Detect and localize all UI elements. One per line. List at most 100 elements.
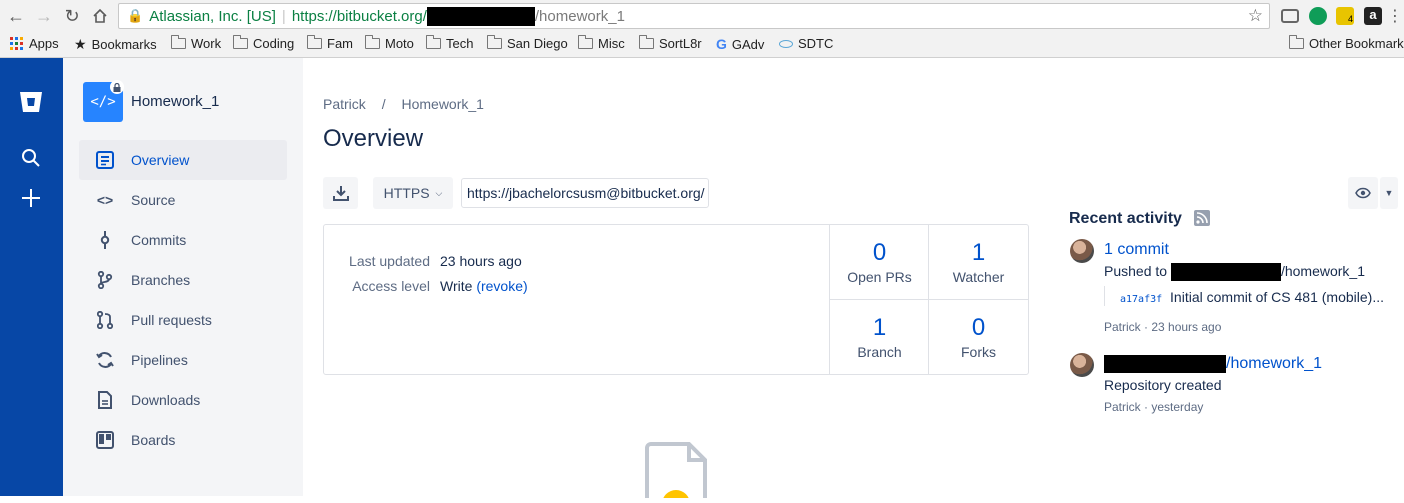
commit-hash[interactable]: a17af3f <box>1120 294 1162 305</box>
breadcrumb-repo[interactable]: Homework_1 <box>401 96 483 112</box>
folder-icon <box>171 35 186 49</box>
bookmark-moto[interactable]: Moto <box>365 35 414 51</box>
clone-protocol-select[interactable]: HTTPS ⌵ <box>373 177 453 209</box>
evernote-icon[interactable] <box>1309 7 1327 25</box>
bookmark-san-diego[interactable]: San Diego <box>487 35 568 51</box>
activity-repo-suffix[interactable]: /homework_1 <box>1226 355 1322 372</box>
stat-open-prs[interactable]: 0 Open PRs <box>830 225 929 300</box>
sidebar-item-overview[interactable]: Overview <box>79 140 287 180</box>
stat-forks[interactable]: 0 Forks <box>929 300 1028 375</box>
bookmark-other[interactable]: Other Bookmarks <box>1289 35 1404 51</box>
home-icon[interactable] <box>89 5 111 27</box>
address-bar[interactable]: 🔒 Atlassian, Inc. [US] | https://bitbuck… <box>118 3 1270 29</box>
create-plus-icon[interactable] <box>21 188 41 213</box>
url-host: https://bitbucket.org/ <box>291 7 427 25</box>
watch-button[interactable] <box>1348 177 1378 209</box>
stat-number: 1 <box>971 239 986 266</box>
repo-name[interactable]: Homework_1 <box>131 93 219 110</box>
sdtc-icon <box>779 39 793 48</box>
sidebar-item-label: Source <box>131 192 176 208</box>
bookmark-gadv[interactable]: G GAdv <box>716 36 764 52</box>
stat-number: 0 <box>971 314 986 341</box>
breadcrumb-owner[interactable]: Patrick <box>323 96 366 112</box>
bookmark-star-icon[interactable]: ☆ <box>1248 6 1263 26</box>
breadcrumb: Patrick / Homework_1 <box>323 96 484 112</box>
lock-icon: 🔒 <box>127 8 144 23</box>
clone-url-input[interactable]: https://jbachelorcsusm@bitbucket.org/ <box>461 178 709 208</box>
sidebar-item-pull-requests[interactable]: Pull requests <box>79 300 287 340</box>
redacted-block <box>426 6 535 26</box>
bookmark-label: San Diego <box>507 36 568 51</box>
download-button[interactable] <box>323 177 358 209</box>
stat-number: 0 <box>872 239 887 266</box>
sidebar-item-downloads[interactable]: Downloads <box>79 380 287 420</box>
page-title: Overview <box>323 125 424 152</box>
folder-icon <box>365 35 380 49</box>
board-icon <box>79 431 131 449</box>
bookmark-coding[interactable]: Coding <box>233 35 294 51</box>
bookmark-bookmarks[interactable]: ★ Bookmarks <box>74 36 157 53</box>
extension-icon[interactable]: 4 <box>1336 7 1354 25</box>
omnibox-divider: | <box>281 7 286 25</box>
bookmarks-bar: Apps ★ Bookmarks Work Coding Fam Moto Te… <box>0 33 1404 55</box>
cast-icon[interactable] <box>1281 9 1299 23</box>
pushed-to-repo[interactable]: /homework_1 <box>1281 263 1365 279</box>
activity-commit-link[interactable]: 1 commit <box>1104 241 1169 259</box>
pull-request-icon <box>79 311 131 329</box>
bookmark-label: Tech <box>446 36 474 51</box>
bookmark-label: Other Bookmarks <box>1309 36 1404 51</box>
menu-icon[interactable]: ⋮ <box>1384 5 1404 27</box>
bookmark-apps[interactable]: Apps <box>10 36 59 51</box>
chevron-down-icon: ⌵ <box>435 187 443 198</box>
activity-pushed-to: Pushed to /homework_1 <box>1104 263 1365 282</box>
stat-watchers[interactable]: 1 Watcher <box>929 225 1028 300</box>
browser-chrome: ← → ↻ 🔒 Atlassian, Inc. [US] | https://b… <box>0 0 1404 58</box>
bookmark-tech[interactable]: Tech <box>426 35 474 51</box>
search-icon[interactable] <box>21 148 41 173</box>
bookmark-work[interactable]: Work <box>171 35 221 51</box>
stat-label: Watcher <box>952 269 1005 285</box>
avatar[interactable] <box>1070 239 1094 263</box>
secure-label: Atlassian, Inc. [US] <box>149 7 276 25</box>
apps-grid-icon <box>10 36 23 50</box>
access-level-value: Write (revoke) <box>440 278 528 294</box>
bookmark-misc[interactable]: Misc <box>578 35 625 51</box>
bookmark-fam[interactable]: Fam <box>307 35 353 51</box>
avatar[interactable] <box>1070 353 1094 377</box>
rss-feed-icon[interactable] <box>1194 210 1210 226</box>
watch-dropdown-button[interactable]: ▼ <box>1380 177 1398 209</box>
pipelines-icon <box>79 351 131 369</box>
source-code-icon: <> <box>96 192 114 208</box>
caret-down-icon: ▼ <box>1384 188 1394 198</box>
folder-icon <box>639 35 654 49</box>
sidebar-item-boards[interactable]: Boards <box>79 420 287 460</box>
star-icon: ★ <box>74 36 87 52</box>
bookmark-sortl8r[interactable]: SortL8r <box>639 35 702 51</box>
folder-icon <box>578 35 593 49</box>
sidebar-item-commits[interactable]: Commits <box>79 220 287 260</box>
stat-branches[interactable]: 1 Branch <box>830 300 929 375</box>
sidebar-item-label: Boards <box>131 432 176 448</box>
sidebar-item-label: Commits <box>131 232 187 248</box>
bookmark-sdtc[interactable]: SDTC <box>779 36 833 51</box>
back-icon[interactable]: ← <box>5 5 27 27</box>
sidebar-item-branches[interactable]: Branches <box>79 260 287 300</box>
url-path: /homework_1 <box>534 7 625 25</box>
empty-readme-illustration-icon <box>643 442 709 503</box>
forward-icon[interactable]: → <box>33 5 55 27</box>
bitbucket-logo-icon[interactable] <box>19 91 43 118</box>
folder-icon <box>233 35 248 49</box>
last-updated-value: 23 hours ago <box>440 253 522 269</box>
sidebar-item-pipelines[interactable]: Pipelines <box>79 340 287 380</box>
bookmark-label: Moto <box>385 36 414 51</box>
access-level-label: Access level <box>352 278 430 294</box>
stat-label: Branch <box>857 344 902 360</box>
amazon-icon[interactable]: a <box>1364 7 1382 25</box>
recent-activity-heading: Recent activity <box>1069 210 1182 227</box>
revoke-link[interactable]: (revoke) <box>476 278 527 294</box>
folder-icon <box>1289 35 1304 49</box>
reload-icon[interactable]: ↻ <box>61 5 83 27</box>
activity-repo-link[interactable]: /homework_1 <box>1104 355 1322 373</box>
sidebar-item-source[interactable]: <> Source <box>79 180 287 220</box>
bookmark-label: GAdv <box>731 36 765 52</box>
